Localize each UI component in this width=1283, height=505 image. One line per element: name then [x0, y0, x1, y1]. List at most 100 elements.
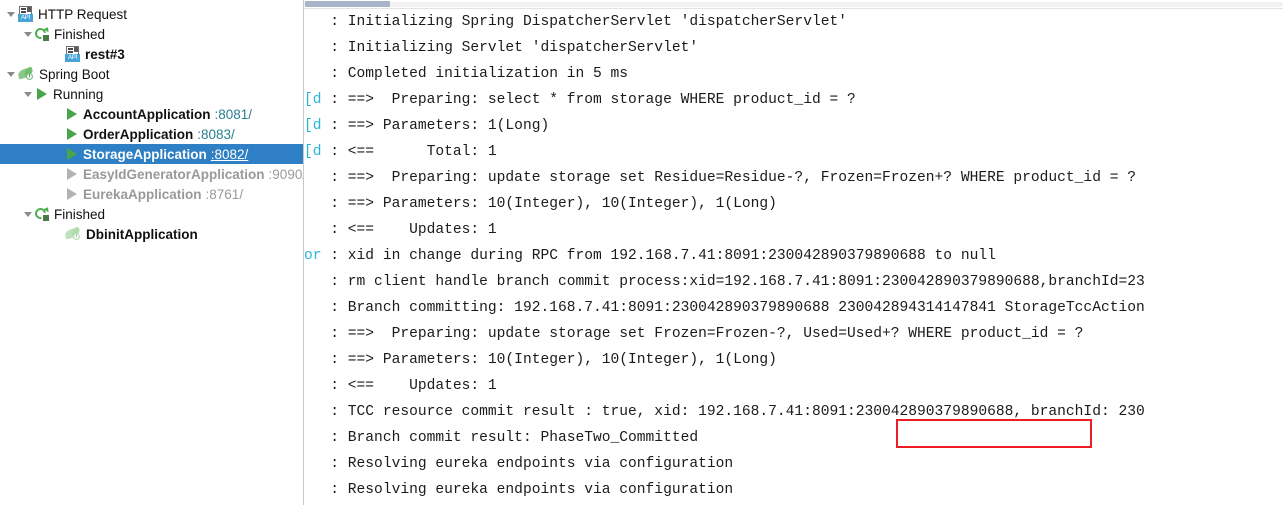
log-line-text: : Completed initialization in 5 ms: [304, 66, 629, 82]
tree-item-http-request[interactable]: API HTTP Request: [0, 4, 303, 24]
log-line-text: : Initializing Servlet 'dispatcherServle…: [304, 40, 699, 56]
log-line-text: : <== Updates: 1: [304, 378, 497, 394]
api-icon: API: [18, 6, 34, 22]
log-line: : rm client handle branch commit process…: [304, 269, 1283, 295]
tree-item-port-link[interactable]: :8083/: [197, 127, 235, 142]
log-line: : Branch commit result: PhaseTwo_Committ…: [304, 425, 1283, 451]
tree-item-port-link[interactable]: :9090/: [269, 167, 303, 182]
spring-boot-icon: [64, 225, 82, 242]
tree-item-port-link[interactable]: :8082/: [211, 147, 249, 162]
rerun-icon: [32, 205, 51, 222]
log-line: or : xid in change during RPC from 192.1…: [304, 243, 1283, 269]
run-dashboard-window: API HTTP Request Finished API rest#3 Spring B…: [0, 0, 1283, 505]
log-line: : <== Updates: 1: [304, 373, 1283, 399]
log-line-prefix: [d: [304, 92, 322, 108]
log-line-text: : Initializing Spring DispatcherServlet …: [304, 14, 847, 30]
log-line-text: : ==> Preparing: update storage set Resi…: [304, 170, 1136, 186]
log-line: : ==> Preparing: update storage set Resi…: [304, 165, 1283, 191]
run-dashboard-tree[interactable]: API HTTP Request Finished API rest#3 Spring B…: [0, 0, 304, 505]
chevron-down-icon[interactable]: [4, 4, 18, 24]
tree-item-label: AccountApplication: [83, 106, 211, 122]
chevron-down-icon[interactable]: [21, 24, 35, 44]
log-line: : TCC resource commit result : true, xid…: [304, 399, 1283, 425]
chevron-down-icon[interactable]: [21, 84, 35, 104]
tree-item-label: StorageApplication: [83, 146, 207, 162]
tree-item-label: EasyIdGeneratorApplication: [83, 166, 265, 182]
log-line-prefix: [d: [304, 118, 322, 134]
run-icon: [35, 87, 49, 101]
log-line-text: : rm client handle branch commit process…: [304, 274, 1145, 290]
log-line: [d : ==> Preparing: select * from storag…: [304, 87, 1283, 113]
log-line-text: : ==> Preparing: select * from storage W…: [321, 92, 856, 108]
log-line-text: : ==> Parameters: 1(Long): [321, 118, 550, 134]
tree-item-label: Spring Boot: [39, 66, 110, 82]
log-line: [d : <== Total: 1: [304, 139, 1283, 165]
log-line-text: : Resolving eureka endpoints via configu…: [304, 456, 734, 472]
log-line-text: : ==> Preparing: update storage set Froz…: [304, 326, 1084, 342]
run-icon: [65, 147, 79, 161]
log-line: : Branch committing: 192.168.7.41:8091:2…: [304, 295, 1283, 321]
log-line: : Initializing Spring DispatcherServlet …: [304, 9, 1283, 35]
chevron-down-icon[interactable]: [4, 64, 18, 84]
tree-item-label: DbinitApplication: [86, 226, 198, 242]
spring-boot-icon: [17, 65, 35, 82]
tree-item-eureka-application[interactable]: EurekaApplication :8761/: [0, 184, 303, 204]
log-line: : ==> Parameters: 10(Integer), 10(Intege…: [304, 347, 1283, 373]
tree-item-order-application[interactable]: OrderApplication:8083/: [0, 124, 303, 144]
tree-item-label: Running: [53, 86, 104, 102]
log-line: : Resolving eureka endpoints via configu…: [304, 451, 1283, 477]
log-line-text: : Branch committing: 192.168.7.41:8091:2…: [304, 300, 1145, 316]
log-line-text: : Branch commit result: PhaseTwo_Committ…: [304, 430, 699, 446]
tree-item-label: Finished: [54, 206, 106, 222]
log-line-text: : TCC resource commit result : true, xid…: [304, 404, 1145, 420]
log-line-text: : <== Total: 1: [321, 144, 497, 160]
log-line-text: : Resolving eureka endpoints via configu…: [304, 482, 734, 498]
log-line-prefix: or: [304, 248, 322, 264]
tree-item-port-link[interactable]: :8081/: [215, 107, 253, 122]
tree-item-label: rest#3: [85, 46, 125, 62]
log-line-text: : xid in change during RPC from 192.168.…: [321, 248, 996, 264]
tree-item-finished-http[interactable]: Finished: [0, 24, 303, 44]
tree-item-label: HTTP Request: [38, 6, 128, 22]
run-icon: [65, 187, 79, 201]
console-output-panel[interactable]: : Initializing Spring DispatcherServlet …: [304, 0, 1283, 505]
log-line-text: : ==> Parameters: 10(Integer), 10(Intege…: [304, 352, 777, 368]
tree-item-account-application[interactable]: AccountApplication :8081/: [0, 104, 303, 124]
tree-item-label: Finished: [54, 26, 106, 42]
log-line-text: : <== Updates: 1: [304, 222, 497, 238]
tree-item-port-link[interactable]: :8761/: [206, 187, 244, 202]
log-line-text: : ==> Parameters: 10(Integer), 10(Intege…: [304, 196, 777, 212]
tree-item-label: EurekaApplication: [83, 186, 202, 202]
log-line: : ==> Preparing: update storage set Froz…: [304, 321, 1283, 347]
scrollbar-thumb[interactable]: [305, 1, 390, 7]
run-icon: [65, 127, 79, 141]
tree-item-label: OrderApplication: [83, 126, 194, 142]
log-line-prefix: [d: [304, 144, 322, 160]
log-line: [d : ==> Parameters: 1(Long): [304, 113, 1283, 139]
tree-item-running[interactable]: Running: [0, 84, 303, 104]
tree-item-dbinit-application[interactable]: DbinitApplication: [0, 224, 303, 244]
log-line: : <== Updates: 1: [304, 217, 1283, 243]
console-output-text: : Initializing Spring DispatcherServlet …: [304, 9, 1283, 505]
run-icon: [65, 167, 79, 181]
tree-item-rest-3[interactable]: API rest#3: [0, 44, 303, 64]
api-icon: API: [65, 46, 81, 62]
rerun-icon: [32, 25, 51, 42]
tree-item-spring-boot[interactable]: Spring Boot: [0, 64, 303, 84]
log-line: : ==> Parameters: 10(Integer), 10(Intege…: [304, 191, 1283, 217]
tree-item-finished-spring[interactable]: Finished: [0, 204, 303, 224]
chevron-down-icon[interactable]: [21, 204, 35, 224]
run-icon: [65, 107, 79, 121]
horizontal-scrollbar[interactable]: [304, 0, 1283, 9]
scrollbar-track[interactable]: [304, 2, 1283, 7]
log-line: : Resolving eureka endpoints via configu…: [304, 477, 1283, 503]
tree-item-easyid-application[interactable]: EasyIdGeneratorApplication :9090/: [0, 164, 303, 184]
tree-item-storage-application[interactable]: StorageApplication :8082/: [0, 144, 303, 164]
